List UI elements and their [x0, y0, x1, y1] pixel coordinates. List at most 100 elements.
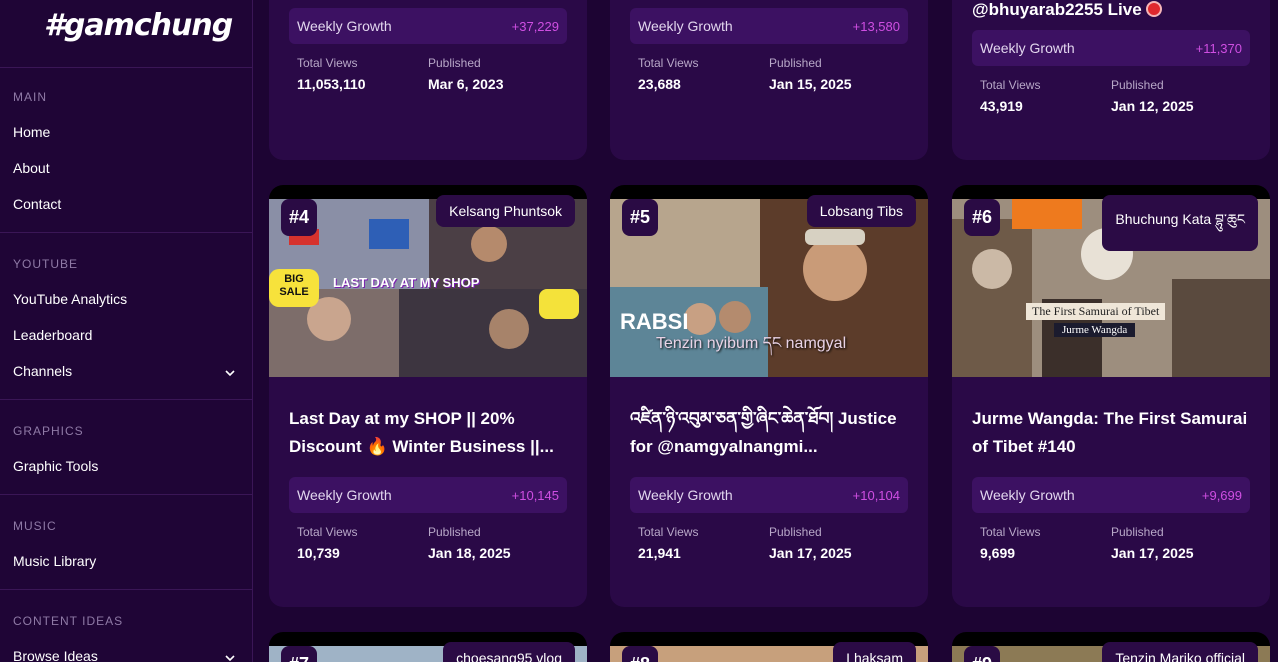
rank-badge: #7	[281, 646, 318, 662]
channel-name-badge[interactable]: Bhuchung Kata བྷུ་ཆུང	[1102, 195, 1258, 251]
nav-section-title: GRAPHICS	[13, 424, 84, 438]
total-views-label: Total Views	[638, 525, 699, 539]
weekly-growth-bar: Weekly Growth +10,145	[289, 477, 567, 513]
video-card[interactable]: Weekly Growth +37,229 Total Views 11,053,…	[269, 0, 587, 160]
sidebar-item-contact[interactable]: Contact	[0, 186, 252, 222]
video-thumbnail[interactable]: LAST DAY AT MY SHOP BIG SALE #4 Kelsang …	[269, 185, 587, 377]
thumbnail-badge: Jurme Wangda	[1054, 323, 1136, 337]
sidebar-item-label: Contact	[13, 196, 62, 212]
weekly-growth-label: Weekly Growth	[297, 18, 392, 34]
weekly-growth-bar: Weekly Growth +10,104	[630, 477, 908, 513]
weekly-growth-bar: Weekly Growth +37,229	[289, 8, 567, 44]
sidebar-item-label: YouTube Analytics	[13, 291, 128, 307]
sidebar: #gamchung MAIN Home About Contact YOUTUB…	[0, 0, 253, 662]
sidebar-item-label: Graphic Tools	[13, 458, 99, 474]
nav-section-title: MAIN	[13, 90, 47, 104]
video-thumbnail[interactable]: #7 choesang95 vlog	[269, 632, 587, 662]
published-label: Published	[1111, 525, 1164, 539]
channel-name-badge[interactable]: Lhaksam	[833, 642, 916, 662]
channel-name-badge[interactable]: Kelsang Phuntsok	[436, 195, 575, 227]
nav-section-content-ideas: CONTENT IDEAS Browse Ideas	[0, 590, 252, 662]
sidebar-item-graphic-tools[interactable]: Graphic Tools	[0, 448, 252, 484]
nav-section-youtube: YOUTUBE YouTube Analytics Leaderboard Ch…	[0, 233, 252, 400]
channel-name-badge[interactable]: choesang95 vlog	[443, 642, 575, 662]
total-views-value: 9,699	[980, 545, 1016, 561]
video-title[interactable]: @bhuyarab2255 Live	[972, 0, 1250, 30]
live-indicator-icon	[1145, 1, 1162, 17]
thumbnail-caption: The First Samurai of Tibet	[1026, 303, 1166, 320]
published-date: Mar 6, 2023	[428, 76, 504, 92]
video-title[interactable]: Jurme Wangda: The First Samurai of Tibet…	[972, 405, 1250, 461]
total-views-label: Total Views	[980, 78, 1041, 92]
total-views-label: Total Views	[297, 525, 358, 539]
video-card[interactable]: LAST DAY AT MY SHOP BIG SALE #4 Kelsang …	[269, 185, 587, 607]
chevron-down-icon[interactable]	[224, 366, 235, 377]
video-thumbnail[interactable]: #8 Lhaksam	[610, 632, 928, 662]
nav-section-graphics: GRAPHICS Graphic Tools	[0, 400, 252, 495]
published-date: Jan 17, 2025	[769, 545, 852, 561]
video-card[interactable]: #8 Lhaksam	[610, 632, 928, 662]
video-card[interactable]: #9 Tenzin Mariko official	[952, 632, 1270, 662]
weekly-growth-label: Weekly Growth	[638, 487, 733, 503]
video-thumbnail[interactable]: #9 Tenzin Mariko official	[952, 632, 1270, 662]
sidebar-item-leaderboard[interactable]: Leaderboard	[0, 317, 252, 353]
published-date: Jan 17, 2025	[1111, 545, 1194, 561]
weekly-growth-label: Weekly Growth	[980, 40, 1075, 56]
video-card[interactable]: Weekly Growth +13,580 Total Views 23,688 …	[610, 0, 928, 160]
sidebar-item-channels[interactable]: Channels	[0, 353, 252, 389]
nav-section-music: MUSIC Music Library	[0, 495, 252, 590]
published-label: Published	[428, 525, 481, 539]
leaderboard-grid: Weekly Growth +37,229 Total Views 11,053,…	[253, 0, 1278, 662]
published-date: Jan 12, 2025	[1111, 98, 1194, 114]
rank-badge: #8	[622, 646, 659, 662]
weekly-growth-value: +9,699	[1201, 487, 1242, 503]
channel-name-badge[interactable]: Lobsang Tibs	[806, 195, 916, 227]
published-date: Jan 15, 2025	[769, 76, 852, 92]
video-title[interactable]: འཛིན་ཉི་འབུམ་ཅན་གྱི་ཞིང་ཆེན་ཐོབ། Justice…	[630, 405, 908, 461]
published-label: Published	[769, 56, 822, 70]
total-views-value: 23,688	[638, 76, 681, 92]
published-label: Published	[428, 56, 481, 70]
sidebar-item-label: About	[13, 160, 50, 176]
rank-badge: #6	[964, 199, 1001, 236]
video-card[interactable]: #7 choesang95 vlog	[269, 632, 587, 662]
video-title[interactable]: Last Day at my SHOP || 20% Discount 🔥 Wi…	[289, 405, 567, 461]
rank-badge: #5	[622, 199, 659, 236]
weekly-growth-value: +10,104	[852, 487, 900, 503]
sidebar-item-home[interactable]: Home	[0, 114, 252, 150]
total-views-label: Total Views	[297, 56, 358, 70]
sidebar-item-label: Channels	[13, 363, 73, 379]
brand-logo[interactable]: #gamchung	[0, 0, 252, 68]
nav-section-title: YOUTUBE	[13, 257, 79, 271]
sidebar-item-about[interactable]: About	[0, 150, 252, 186]
weekly-growth-label: Weekly Growth	[980, 487, 1075, 503]
weekly-growth-label: Weekly Growth	[297, 487, 392, 503]
published-date: Jan 18, 2025	[428, 545, 511, 561]
channel-name-badge[interactable]: Tenzin Mariko official	[1102, 642, 1258, 662]
total-views-label: Total Views	[638, 56, 699, 70]
rank-badge: #4	[281, 199, 318, 236]
video-card[interactable]: RABSI Tenzin nyibum དང namgyal #5 Lobsan…	[610, 185, 928, 607]
thumbnail-caption: Tenzin nyibum དང namgyal	[656, 335, 847, 352]
total-views-value: 10,739	[297, 545, 340, 561]
video-thumbnail[interactable]: The First Samurai of Tibet Jurme Wangda …	[952, 185, 1270, 377]
chevron-down-icon[interactable]	[224, 651, 235, 662]
weekly-growth-bar: Weekly Growth +9,699	[972, 477, 1250, 513]
video-thumbnail[interactable]: RABSI Tenzin nyibum དང namgyal #5 Lobsan…	[610, 185, 928, 377]
video-card[interactable]: @bhuyarab2255 Live Weekly Growth +11,370…	[952, 0, 1270, 160]
published-label: Published	[769, 525, 822, 539]
total-views-value: 11,053,110	[297, 76, 366, 92]
sidebar-item-browse-ideas[interactable]: Browse Ideas	[0, 638, 252, 662]
weekly-growth-value: +37,229	[511, 18, 559, 34]
nav-section-title: MUSIC	[13, 519, 57, 533]
weekly-growth-value: +11,370	[1195, 40, 1242, 56]
weekly-growth-value: +13,580	[852, 18, 900, 34]
sidebar-item-youtube-analytics[interactable]: YouTube Analytics	[0, 281, 252, 317]
weekly-growth-label: Weekly Growth	[638, 18, 733, 34]
weekly-growth-value: +10,145	[511, 487, 559, 503]
sidebar-item-music-library[interactable]: Music Library	[0, 543, 252, 579]
published-label: Published	[1111, 78, 1164, 92]
sidebar-item-label: Browse Ideas	[13, 648, 98, 662]
video-card[interactable]: The First Samurai of Tibet Jurme Wangda …	[952, 185, 1270, 607]
total-views-value: 21,941	[638, 545, 681, 561]
